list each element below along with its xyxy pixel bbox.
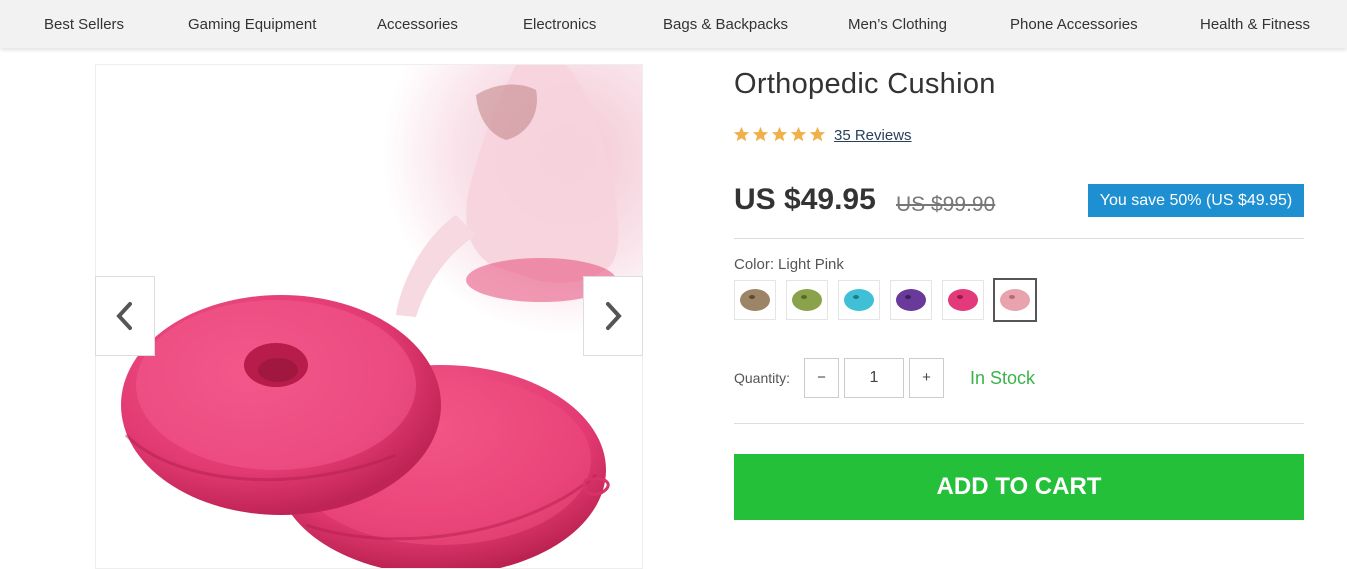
nav-item-best-sellers[interactable]: Best Sellers	[44, 0, 124, 48]
color-label-text: Color:	[734, 256, 775, 273]
current-price: US $49.95	[734, 183, 876, 216]
rating-stars	[733, 126, 826, 143]
add-to-cart-button[interactable]: ADD TO CART	[734, 454, 1304, 520]
divider	[734, 238, 1304, 239]
chevron-right-icon	[606, 302, 622, 330]
nav-item-gaming-equipment[interactable]: Gaming Equipment	[188, 0, 316, 48]
color-value: Light Pink	[778, 256, 844, 273]
product-title: Orthopedic Cushion	[734, 68, 996, 100]
product-image[interactable]	[95, 64, 643, 569]
cushion-thumbnail	[792, 289, 822, 311]
cushion-thumbnail	[896, 289, 926, 311]
star-icon	[771, 126, 788, 142]
cushion-thumbnail	[740, 289, 770, 311]
color-swatch-khaki[interactable]	[734, 280, 776, 320]
cushion-thumbnail	[948, 289, 978, 311]
quantity-label: Quantity:	[734, 370, 791, 386]
star-icon	[790, 126, 807, 142]
quantity-increment-button[interactable]: +	[909, 358, 944, 398]
color-swatch-rose[interactable]	[942, 280, 984, 320]
color-swatch-olive[interactable]	[786, 280, 828, 320]
nav-item-electronics[interactable]: Electronics	[523, 0, 596, 48]
color-swatch-sky-blue[interactable]	[838, 280, 880, 320]
star-icon	[809, 126, 826, 142]
nav-item-bags-backpacks[interactable]: Bags & Backpacks	[663, 0, 788, 48]
color-label: Color: Light Pink	[734, 256, 844, 273]
prev-image-button[interactable]	[95, 276, 155, 356]
quantity-input[interactable]	[844, 358, 904, 398]
savings-badge: You save 50% (US $49.95)	[1088, 184, 1304, 217]
nav-item-mens-clothing[interactable]: Men’s Clothing	[848, 0, 947, 48]
nav-item-health-fitness[interactable]: Health & Fitness	[1200, 0, 1310, 48]
top-nav: Best Sellers Gaming Equipment Accessorie…	[0, 0, 1347, 48]
cushion-thumbnail	[844, 289, 874, 311]
reviews-link[interactable]: 35 Reviews	[834, 127, 912, 144]
original-price: US $99.90	[896, 193, 996, 216]
cushion-photo	[96, 65, 642, 568]
stock-status: In Stock	[970, 368, 1036, 388]
star-icon	[752, 126, 769, 142]
nav-item-phone-accessories[interactable]: Phone Accessories	[1010, 0, 1138, 48]
nav-item-accessories[interactable]: Accessories	[377, 0, 458, 48]
color-swatch-light-pink[interactable]	[993, 278, 1037, 322]
quantity-decrement-button[interactable]: −	[804, 358, 839, 398]
chevron-left-icon	[116, 302, 132, 330]
divider	[734, 423, 1304, 424]
star-icon	[733, 126, 750, 142]
color-swatch-purple[interactable]	[890, 280, 932, 320]
next-image-button[interactable]	[583, 276, 643, 356]
cushion-thumbnail	[1000, 289, 1030, 311]
